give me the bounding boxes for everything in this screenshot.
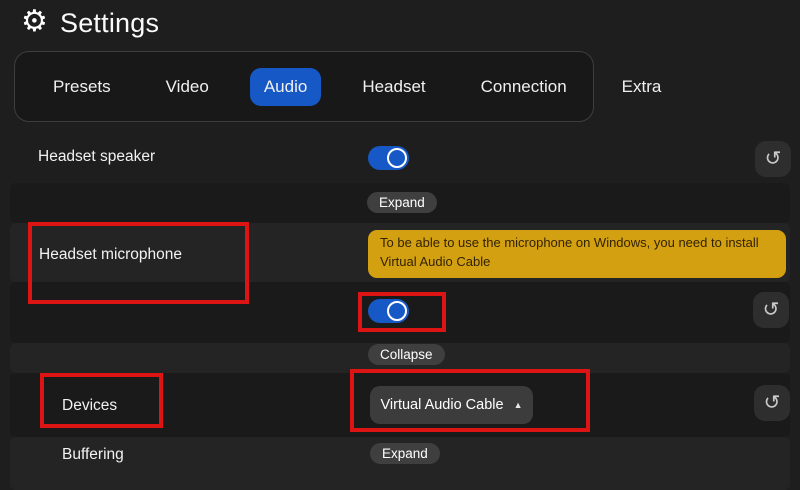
tab-headset[interactable]: Headset — [348, 68, 439, 106]
reset-icon: ↺ — [765, 146, 782, 170]
headset-speaker-label: Headset speaker — [38, 148, 155, 166]
toggle-knob — [387, 148, 407, 168]
buffering-expand-button[interactable]: Expand — [370, 443, 440, 464]
tab-presets[interactable]: Presets — [39, 68, 125, 106]
tab-connection[interactable]: Connection — [467, 68, 581, 106]
tab-audio[interactable]: Audio — [250, 68, 321, 106]
buffering-label: Buffering — [62, 446, 124, 464]
devices-dropdown-value: Virtual Audio Cable — [381, 397, 504, 413]
settings-tabbar: Presets Video Audio Headset Connection E… — [14, 51, 594, 122]
microphone-collapse-button[interactable]: Collapse — [368, 344, 445, 365]
devices-reset-button[interactable]: ↺ — [754, 385, 790, 421]
reset-icon: ↺ — [763, 297, 780, 321]
headset-speaker-toggle[interactable] — [368, 146, 409, 170]
chevron-up-icon: ▲ — [514, 400, 523, 410]
headset-microphone-label: Headset microphone — [39, 246, 182, 264]
devices-dropdown[interactable]: Virtual Audio Cable ▲ — [370, 386, 533, 424]
headset-microphone-toggle[interactable] — [368, 299, 409, 323]
headset-speaker-reset-button[interactable]: ↺ — [755, 141, 791, 177]
microphone-expand-button[interactable]: Expand — [367, 192, 437, 213]
reset-icon: ↺ — [764, 390, 781, 414]
settings-window: ⚙ Settings Presets Video Audio Headset C… — [0, 0, 800, 490]
toggle-knob — [387, 301, 407, 321]
virtual-audio-cable-notice: To be able to use the microphone on Wind… — [368, 230, 786, 278]
tab-extra[interactable]: Extra — [608, 68, 676, 106]
headset-microphone-reset-button[interactable]: ↺ — [753, 292, 789, 328]
devices-label: Devices — [62, 397, 117, 415]
tab-video[interactable]: Video — [152, 68, 223, 106]
page-title: Settings — [60, 4, 159, 42]
gear-icon: ⚙ — [21, 2, 48, 42]
